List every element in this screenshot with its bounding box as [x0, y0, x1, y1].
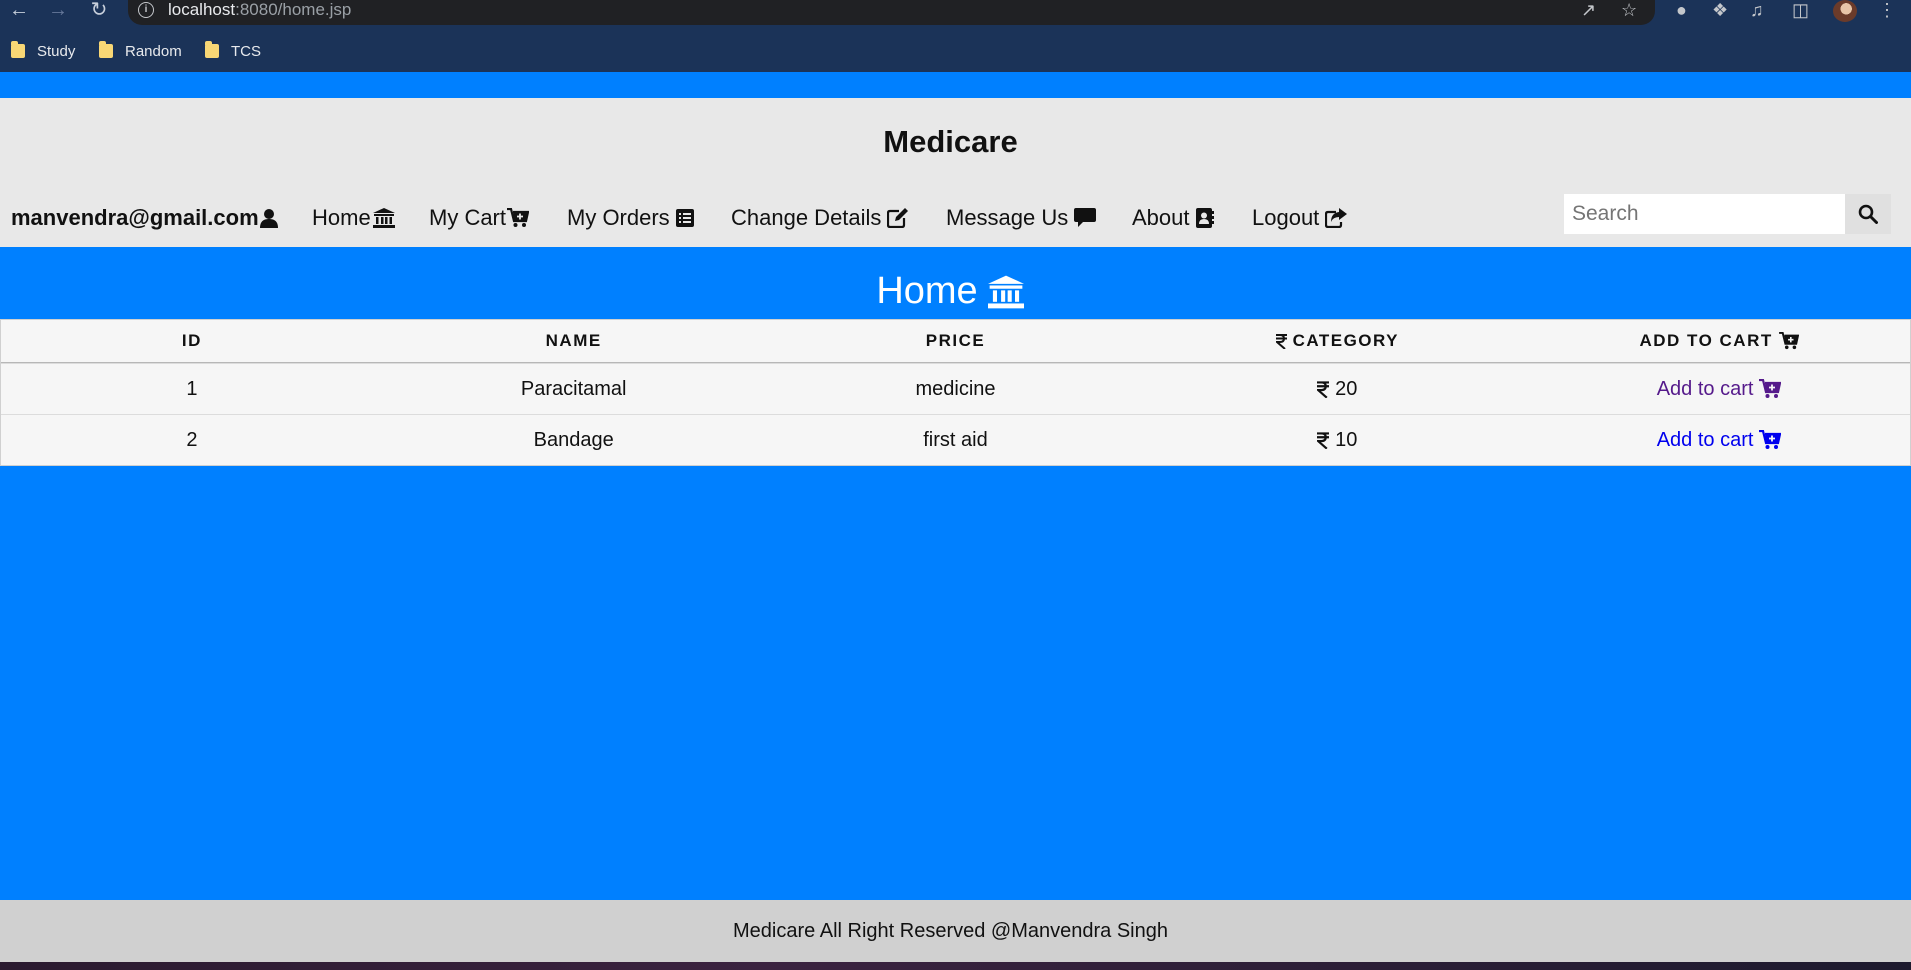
nav-my-cart-label: My Cart — [429, 205, 506, 230]
share-icon[interactable]: ↗ — [1581, 0, 1596, 20]
site-footer: Medicare All Right Reserved @Manvendra S… — [0, 900, 1911, 962]
cart-plus-icon — [507, 208, 529, 227]
user-email: manvendra@gmail.com — [11, 205, 279, 231]
search-button[interactable] — [1845, 194, 1891, 234]
bookmark-tcs[interactable]: TCS — [205, 40, 261, 62]
site-info-icon[interactable]: i — [138, 2, 154, 18]
nav-my-orders-label: My Orders — [567, 205, 670, 230]
nav-about-label: About — [1132, 205, 1190, 230]
add-to-cart-label: Add to cart — [1656, 377, 1754, 400]
back-arrow-icon[interactable]: ← — [6, 0, 32, 22]
bookmark-study[interactable]: Study — [11, 40, 75, 62]
forward-arrow-icon[interactable]: → — [45, 0, 71, 22]
search-input[interactable] — [1564, 194, 1846, 234]
page-title: Home — [0, 270, 1900, 313]
rupee-icon — [1317, 431, 1330, 449]
column-header-category: CATEGORY — [1146, 331, 1528, 351]
add-to-cart-link[interactable]: Add to cart — [1528, 378, 1910, 401]
nav-home-label: Home — [312, 205, 371, 230]
folder-icon — [11, 41, 25, 58]
bookmark-random[interactable]: Random — [99, 40, 182, 62]
footer-text: Medicare All Right Reserved @Manvendra S… — [733, 920, 1168, 942]
user-icon — [259, 209, 278, 228]
cell-name: Bandage — [533, 428, 614, 451]
cell-name: Paracitamal — [520, 377, 627, 400]
url-path: :8080/home.jsp — [235, 0, 352, 19]
comment-icon — [1074, 208, 1097, 227]
bookmarks-bar: Study Random TCS — [0, 26, 1911, 72]
add-to-cart-link[interactable]: Add to cart — [1528, 429, 1910, 452]
nav-about[interactable]: About — [1132, 205, 1214, 231]
list-alt-icon — [675, 209, 694, 227]
nav-change-details[interactable]: Change Details — [731, 205, 909, 231]
column-header-category-label: CATEGORY — [1292, 331, 1400, 350]
folder-icon — [205, 41, 219, 58]
edit-icon — [887, 208, 909, 228]
column-header-id: ID — [181, 331, 202, 350]
search-icon — [1858, 204, 1878, 224]
url-text: localhost:8080/home.jsp — [168, 0, 351, 20]
brand-title: Medicare — [883, 124, 1018, 159]
column-header-name: NAME — [545, 331, 602, 350]
cell-price-value: 20 — [1335, 377, 1358, 400]
folder-icon — [99, 41, 113, 58]
share-square-icon — [1325, 208, 1348, 228]
column-header-add-to-cart: ADD TO CART — [1528, 331, 1910, 351]
bookmark-star-icon[interactable]: ☆ — [1621, 0, 1637, 20]
cart-plus-icon — [1759, 430, 1782, 449]
nav-message-us[interactable]: Message Us — [946, 205, 1097, 231]
url-host: localhost — [168, 0, 236, 19]
site-header: Medicare manvendra@gmail.com Home My Car… — [0, 98, 1911, 247]
cell-category: first aid — [923, 428, 988, 451]
browser-toolbar: ← → ↻ i localhost:8080/home.jsp ↗ ☆ ● ❖ … — [0, 0, 1911, 26]
address-book-icon — [1195, 208, 1214, 228]
page-body: Medicare manvendra@gmail.com Home My Car… — [0, 72, 1911, 962]
products-table: ID NAME PRICE CATEGORY ADD TO CART 1 Par… — [0, 319, 1911, 466]
bookmark-label: Random — [125, 42, 182, 60]
cell-price: 20 — [1146, 378, 1528, 401]
extension-icon[interactable]: ● — [1676, 0, 1687, 20]
user-email-label: manvendra@gmail.com — [11, 205, 259, 230]
add-to-cart-label: Add to cart — [1656, 428, 1754, 451]
nav-logout[interactable]: Logout — [1252, 205, 1348, 231]
nav-change-details-label: Change Details — [731, 205, 882, 230]
bank-icon — [372, 208, 395, 228]
cart-plus-icon — [1759, 379, 1782, 398]
profile-avatar[interactable] — [1833, 0, 1857, 22]
bookmark-label: TCS — [231, 42, 261, 60]
column-header-add-to-cart-label: ADD TO CART — [1639, 331, 1773, 350]
rupee-icon — [1275, 333, 1287, 349]
nav-home[interactable]: Home — [312, 205, 395, 231]
bank-icon — [987, 275, 1024, 308]
page-title-label: Home — [876, 270, 978, 312]
menu-dots-icon[interactable]: ⋮ — [1878, 0, 1896, 20]
cell-price-value: 10 — [1335, 428, 1358, 451]
table-row: 2 Bandage first aid 10 Add to cart — [1, 414, 1910, 465]
cell-category: medicine — [915, 377, 996, 400]
rupee-icon — [1317, 380, 1330, 398]
table-row: 1 Paracitamal medicine 20 Add to cart — [1, 363, 1910, 414]
nav-message-us-label: Message Us — [946, 205, 1069, 230]
cell-id: 2 — [186, 428, 198, 451]
table-header-row: ID NAME PRICE CATEGORY ADD TO CART — [1, 320, 1910, 363]
nav-logout-label: Logout — [1252, 205, 1320, 230]
column-header-price: PRICE — [925, 331, 986, 350]
nav-my-cart[interactable]: My Cart — [429, 205, 529, 231]
media-queue-icon[interactable]: ♫ — [1750, 0, 1764, 20]
reload-icon[interactable]: ↻ — [86, 0, 112, 22]
nav-my-orders[interactable]: My Orders — [567, 205, 694, 231]
cart-plus-icon — [1778, 332, 1799, 350]
cell-id: 1 — [186, 377, 198, 400]
desktop-strip — [0, 962, 1911, 970]
address-bar[interactable]: i localhost:8080/home.jsp ↗ ☆ — [128, 0, 1655, 25]
puzzle-icon[interactable]: ❖ — [1712, 0, 1728, 20]
bookmark-label: Study — [37, 42, 76, 60]
side-panel-icon[interactable]: ◫ — [1792, 0, 1809, 20]
cell-price: 10 — [1146, 429, 1528, 452]
